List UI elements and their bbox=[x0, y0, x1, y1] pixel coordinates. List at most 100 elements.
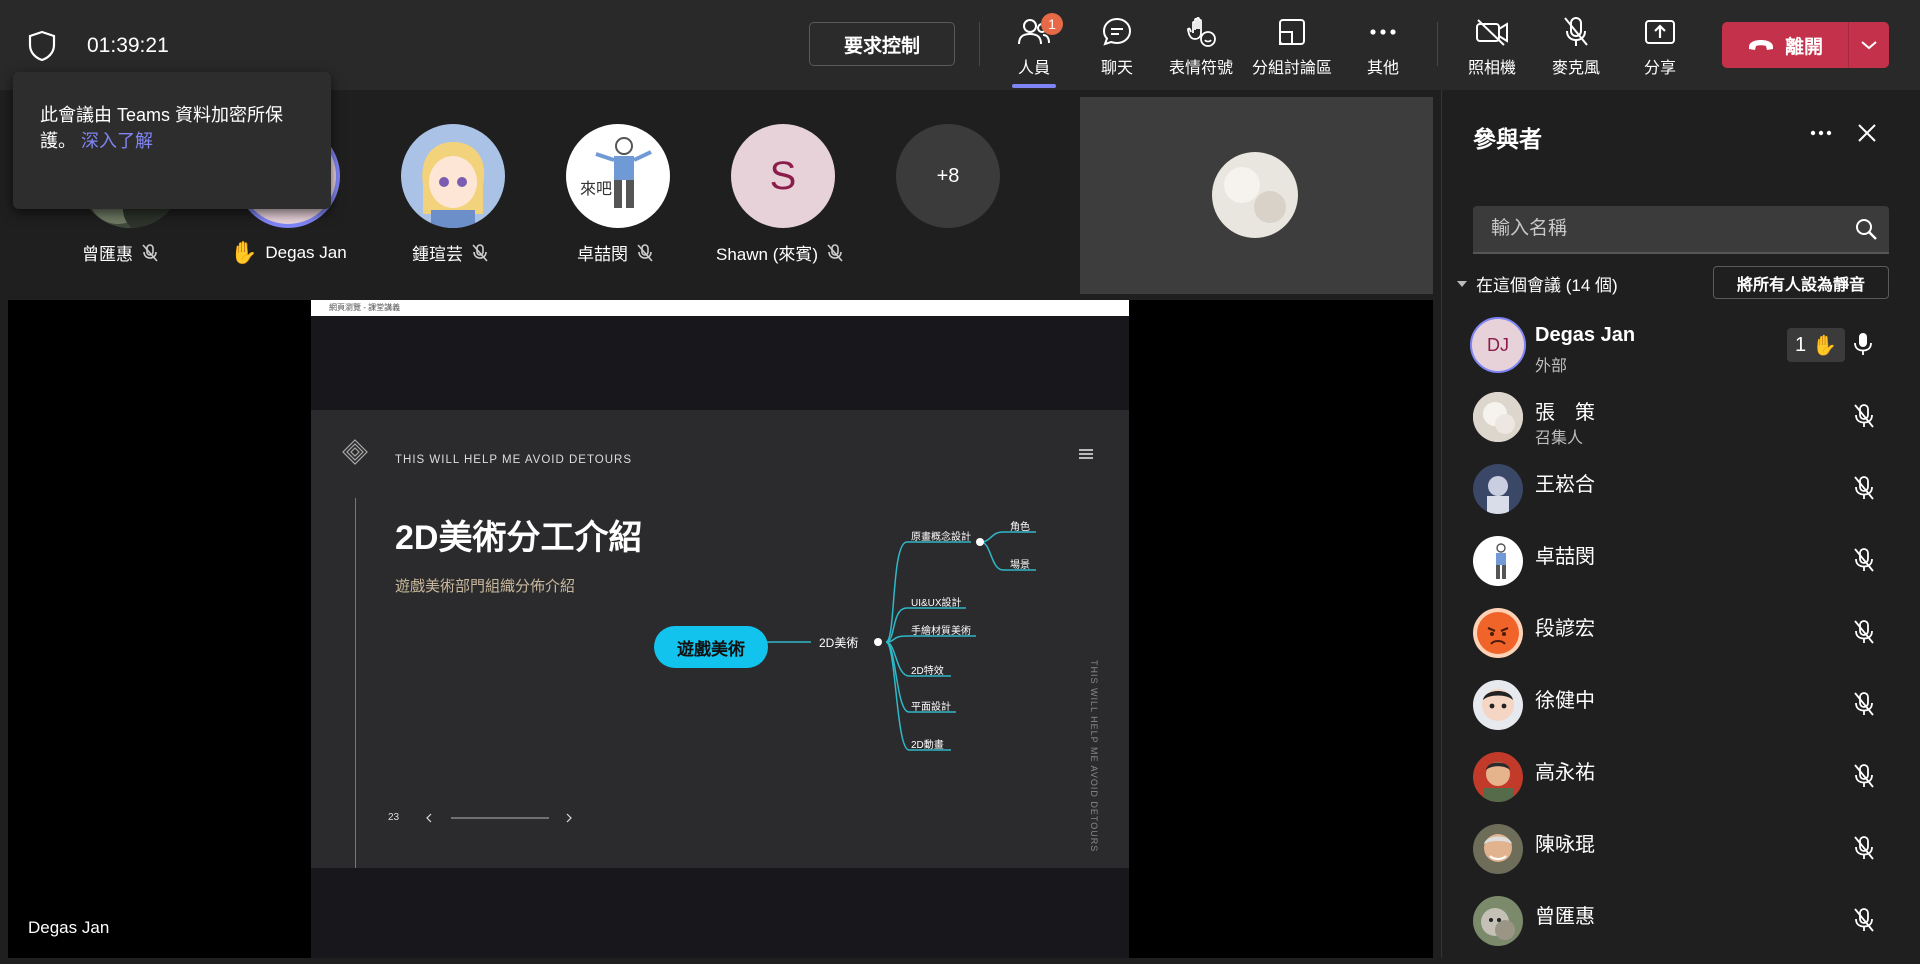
raised-hand-indicator: 1 ✋ bbox=[1787, 328, 1845, 362]
mic-off-icon[interactable] bbox=[1852, 907, 1876, 938]
participant-row[interactable]: 段諺宏 bbox=[1442, 604, 1920, 676]
shared-screen: 網頁瀏覽 - 課堂講義 THIS WILL HELP ME AVOID DETO… bbox=[311, 300, 1129, 958]
chat-button[interactable]: 聊天 bbox=[1077, 14, 1157, 78]
avatar bbox=[1473, 608, 1523, 658]
tile-name: 鍾瑄芸 bbox=[412, 245, 463, 264]
mindmap-connectors bbox=[738, 531, 1036, 751]
participant-name: 徐健中 bbox=[1535, 690, 1595, 712]
avatar bbox=[1473, 824, 1523, 874]
avatar bbox=[1473, 392, 1523, 442]
participant-tile-name: ✋ Degas Jan bbox=[230, 240, 347, 266]
avatar: DJ bbox=[1470, 317, 1526, 373]
ellipsis-icon bbox=[1370, 29, 1396, 35]
search-icon[interactable] bbox=[1854, 217, 1878, 246]
shield-icon[interactable] bbox=[26, 30, 58, 67]
mic-off-icon[interactable] bbox=[1852, 691, 1876, 722]
participant-row[interactable]: 卓喆閔 bbox=[1442, 532, 1920, 604]
more-label: 其他 bbox=[1366, 60, 1399, 77]
slide-title: 2D美術分工介紹 bbox=[395, 519, 643, 557]
participant-tile-avatar[interactable]: 來吧 bbox=[566, 124, 670, 228]
mic-off-icon[interactable] bbox=[1852, 835, 1876, 866]
participant-name: 段諺宏 bbox=[1535, 618, 1595, 640]
leave-button[interactable]: 離開 bbox=[1722, 22, 1889, 68]
camera-label: 照相機 bbox=[1467, 60, 1516, 77]
learn-more-link[interactable]: 深入了解 bbox=[81, 131, 153, 151]
mic-off-icon bbox=[1564, 17, 1588, 46]
close-icon[interactable] bbox=[1856, 122, 1878, 149]
slide-pager bbox=[426, 813, 572, 823]
mindmap-child-label: 手繪材質美術 bbox=[911, 626, 971, 637]
avatar bbox=[1473, 752, 1523, 802]
mic-on-icon[interactable] bbox=[1852, 331, 1874, 362]
avatar-initials: DJ bbox=[1487, 334, 1509, 355]
participant-tile-avatar[interactable] bbox=[401, 124, 505, 228]
chevron-down-icon bbox=[1861, 41, 1877, 50]
tile-name: 曾匯惠 bbox=[82, 245, 133, 264]
more-participants-button[interactable]: +8 bbox=[896, 124, 1000, 228]
more-actions-button[interactable]: 其他 bbox=[1343, 14, 1423, 78]
hand-smile-icon bbox=[1187, 16, 1216, 47]
participant-tile-avatar[interactable]: S bbox=[731, 124, 835, 228]
mic-button[interactable]: 麥克風 bbox=[1536, 14, 1616, 78]
slide-logo-icon bbox=[342, 439, 368, 465]
reactions-label: 表情符號 bbox=[1168, 60, 1233, 77]
slide-menu-icon bbox=[1079, 449, 1093, 459]
request-control-button[interactable]: 要求控制 bbox=[809, 22, 955, 66]
in-meeting-section-toggle[interactable]: 在這個會議 (14 個) bbox=[1456, 271, 1618, 296]
divider bbox=[1437, 22, 1438, 66]
avatar bbox=[1473, 464, 1523, 514]
participant-row[interactable]: 曾匯惠 bbox=[1442, 892, 1920, 964]
participant-name: Degas Jan bbox=[1535, 324, 1636, 346]
mic-off-icon[interactable] bbox=[1852, 475, 1876, 506]
mindmap-child-label: UI&UX設計 bbox=[911, 598, 962, 609]
share-button[interactable]: 分享 bbox=[1620, 14, 1700, 78]
participant-role: 外部 bbox=[1535, 358, 1568, 375]
encryption-tooltip: 此會議由 Teams 資料加密所保護。 深入了解 bbox=[13, 72, 331, 209]
main-stage: 網頁瀏覽 - 課堂講義 THIS WILL HELP ME AVOID DETO… bbox=[8, 300, 1433, 958]
mute-all-button[interactable]: 將所有人設為靜音 bbox=[1713, 266, 1889, 299]
camera-off-icon bbox=[1476, 19, 1508, 46]
participant-tile-name: Shawn (來賓) bbox=[716, 240, 844, 265]
presenter-name: Degas Jan bbox=[28, 918, 110, 937]
participant-name: 曾匯惠 bbox=[1535, 906, 1595, 928]
mindmap-child-label: 2D動畫 bbox=[911, 740, 944, 751]
people-button[interactable]: 人員 1 bbox=[994, 13, 1074, 88]
mic-off-icon bbox=[472, 243, 488, 262]
participant-search-input[interactable] bbox=[1473, 206, 1889, 254]
camera-button[interactable]: 照相機 bbox=[1452, 14, 1532, 78]
participant-row[interactable]: 陳咏琨 bbox=[1442, 820, 1920, 892]
people-badge: 1 bbox=[1041, 13, 1063, 35]
mindmap-child-label: 平面設計 bbox=[911, 702, 951, 713]
mindmap-subchild-label: 場景 bbox=[1010, 560, 1030, 571]
breakout-icon bbox=[1279, 19, 1305, 45]
mindmap-subchild-label: 角色 bbox=[1010, 522, 1030, 533]
mic-off-icon[interactable] bbox=[1852, 763, 1876, 794]
raised-hand-icon: ✋ bbox=[1812, 334, 1838, 357]
panel-title: 參與者 bbox=[1473, 126, 1542, 152]
leave-dropdown-button[interactable] bbox=[1849, 40, 1889, 50]
avatar-initial: S bbox=[769, 153, 797, 198]
chat-label: 聊天 bbox=[1100, 60, 1133, 77]
breakout-rooms-button[interactable]: 分組討論區 bbox=[1252, 14, 1332, 78]
leave-label: 離開 bbox=[1784, 36, 1823, 58]
participant-row[interactable]: 徐健中 bbox=[1442, 676, 1920, 748]
hand-count: 1 bbox=[1794, 333, 1807, 356]
slide-page-number: 23 bbox=[388, 812, 400, 823]
participant-row[interactable]: DJ Degas Jan 外部 1 ✋ bbox=[1442, 316, 1920, 388]
mindmap-branch-label: 2D美術 bbox=[819, 636, 859, 650]
participant-row[interactable]: 高永祐 bbox=[1442, 748, 1920, 820]
phone-hangup-icon bbox=[1748, 40, 1773, 50]
mic-off-icon[interactable] bbox=[1852, 403, 1876, 434]
mindmap-child-label: 2D特效 bbox=[911, 666, 944, 677]
reactions-button[interactable]: 表情符號 bbox=[1161, 14, 1241, 78]
tooltip-text: 此會議由 Teams 資料加密所保護。 bbox=[40, 105, 284, 151]
participant-row[interactable]: 張 策 召集人 bbox=[1442, 388, 1920, 460]
panel-more-options-icon[interactable] bbox=[1808, 120, 1834, 151]
mic-off-icon bbox=[142, 243, 158, 262]
slide-tagline: THIS WILL HELP ME AVOID DETOURS bbox=[395, 454, 632, 466]
mic-off-icon[interactable] bbox=[1852, 619, 1876, 650]
mic-off-icon[interactable] bbox=[1852, 547, 1876, 578]
participant-row[interactable]: 王崧合 bbox=[1442, 460, 1920, 532]
self-view-tile[interactable] bbox=[1080, 97, 1433, 294]
avatar bbox=[1473, 896, 1523, 946]
